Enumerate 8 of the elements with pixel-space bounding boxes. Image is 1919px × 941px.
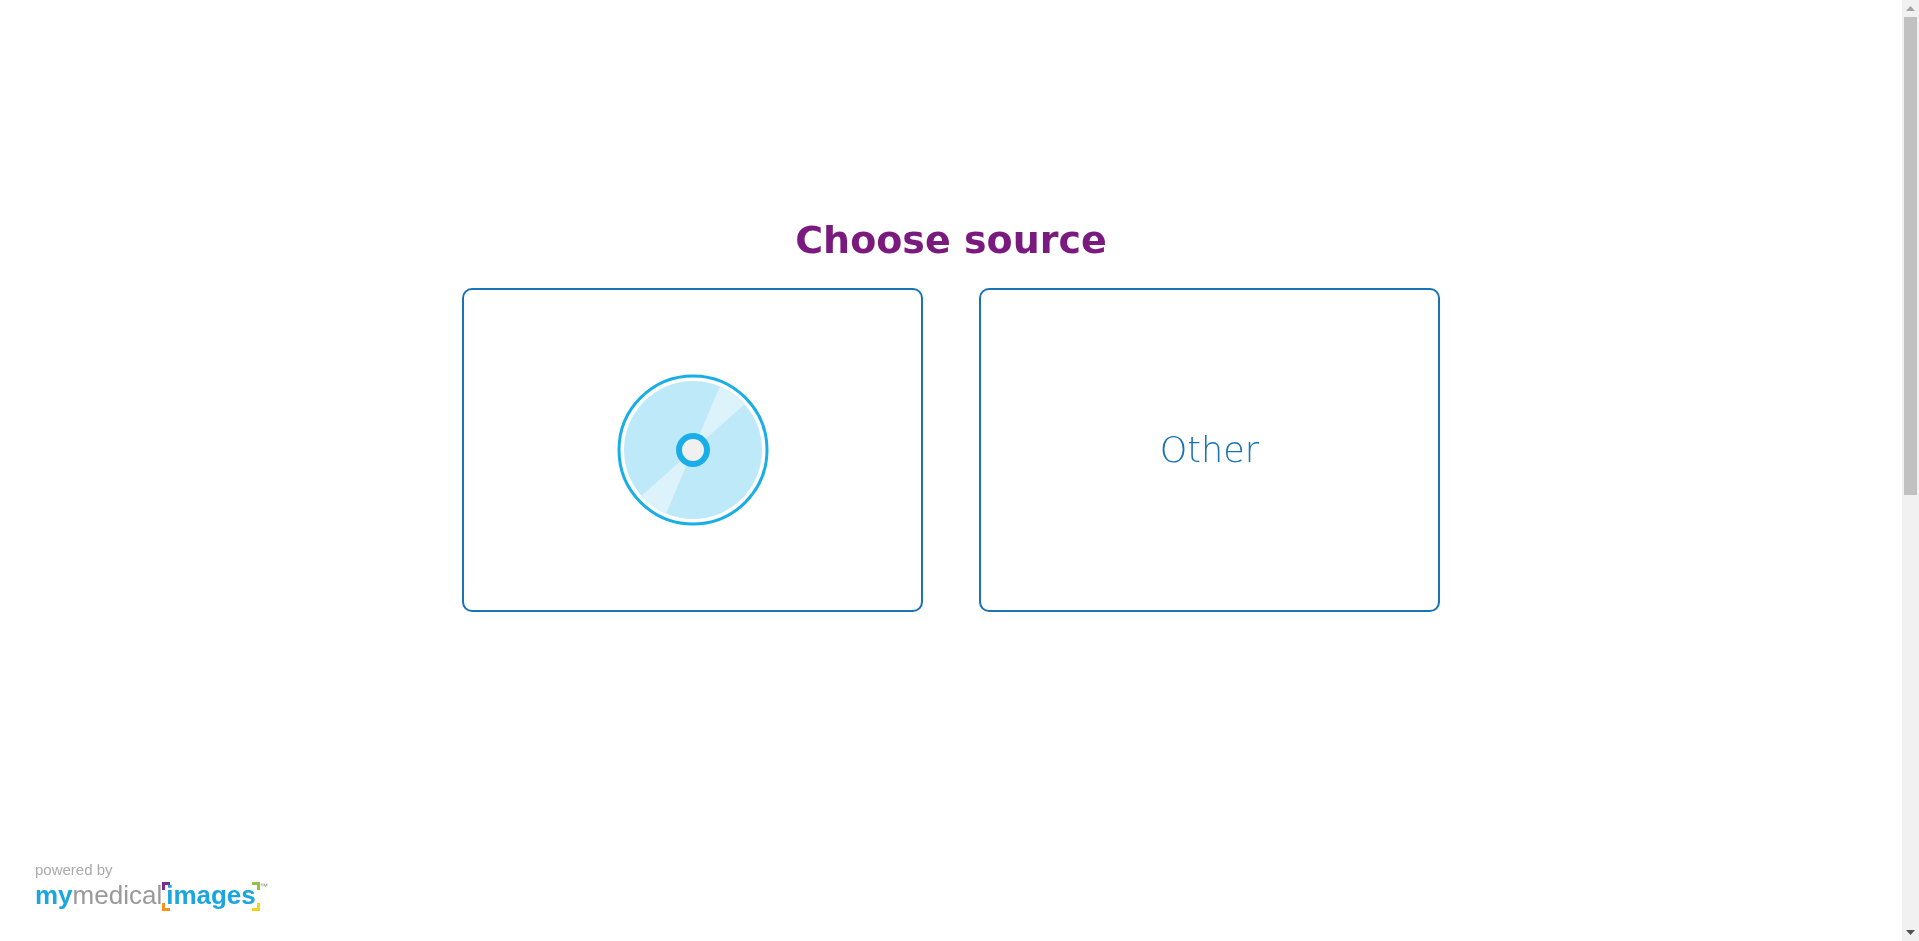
page-title: Choose source	[795, 218, 1107, 262]
disc-icon	[616, 374, 769, 526]
scrollbar[interactable]	[1902, 0, 1919, 941]
scrollbar-thumb[interactable]	[1904, 17, 1917, 495]
disc-source-card[interactable]	[462, 288, 923, 612]
powered-by-text: powered by	[35, 861, 114, 878]
source-card[interactable]: Other	[979, 288, 1440, 612]
logo: mymedical images™	[35, 880, 268, 911]
